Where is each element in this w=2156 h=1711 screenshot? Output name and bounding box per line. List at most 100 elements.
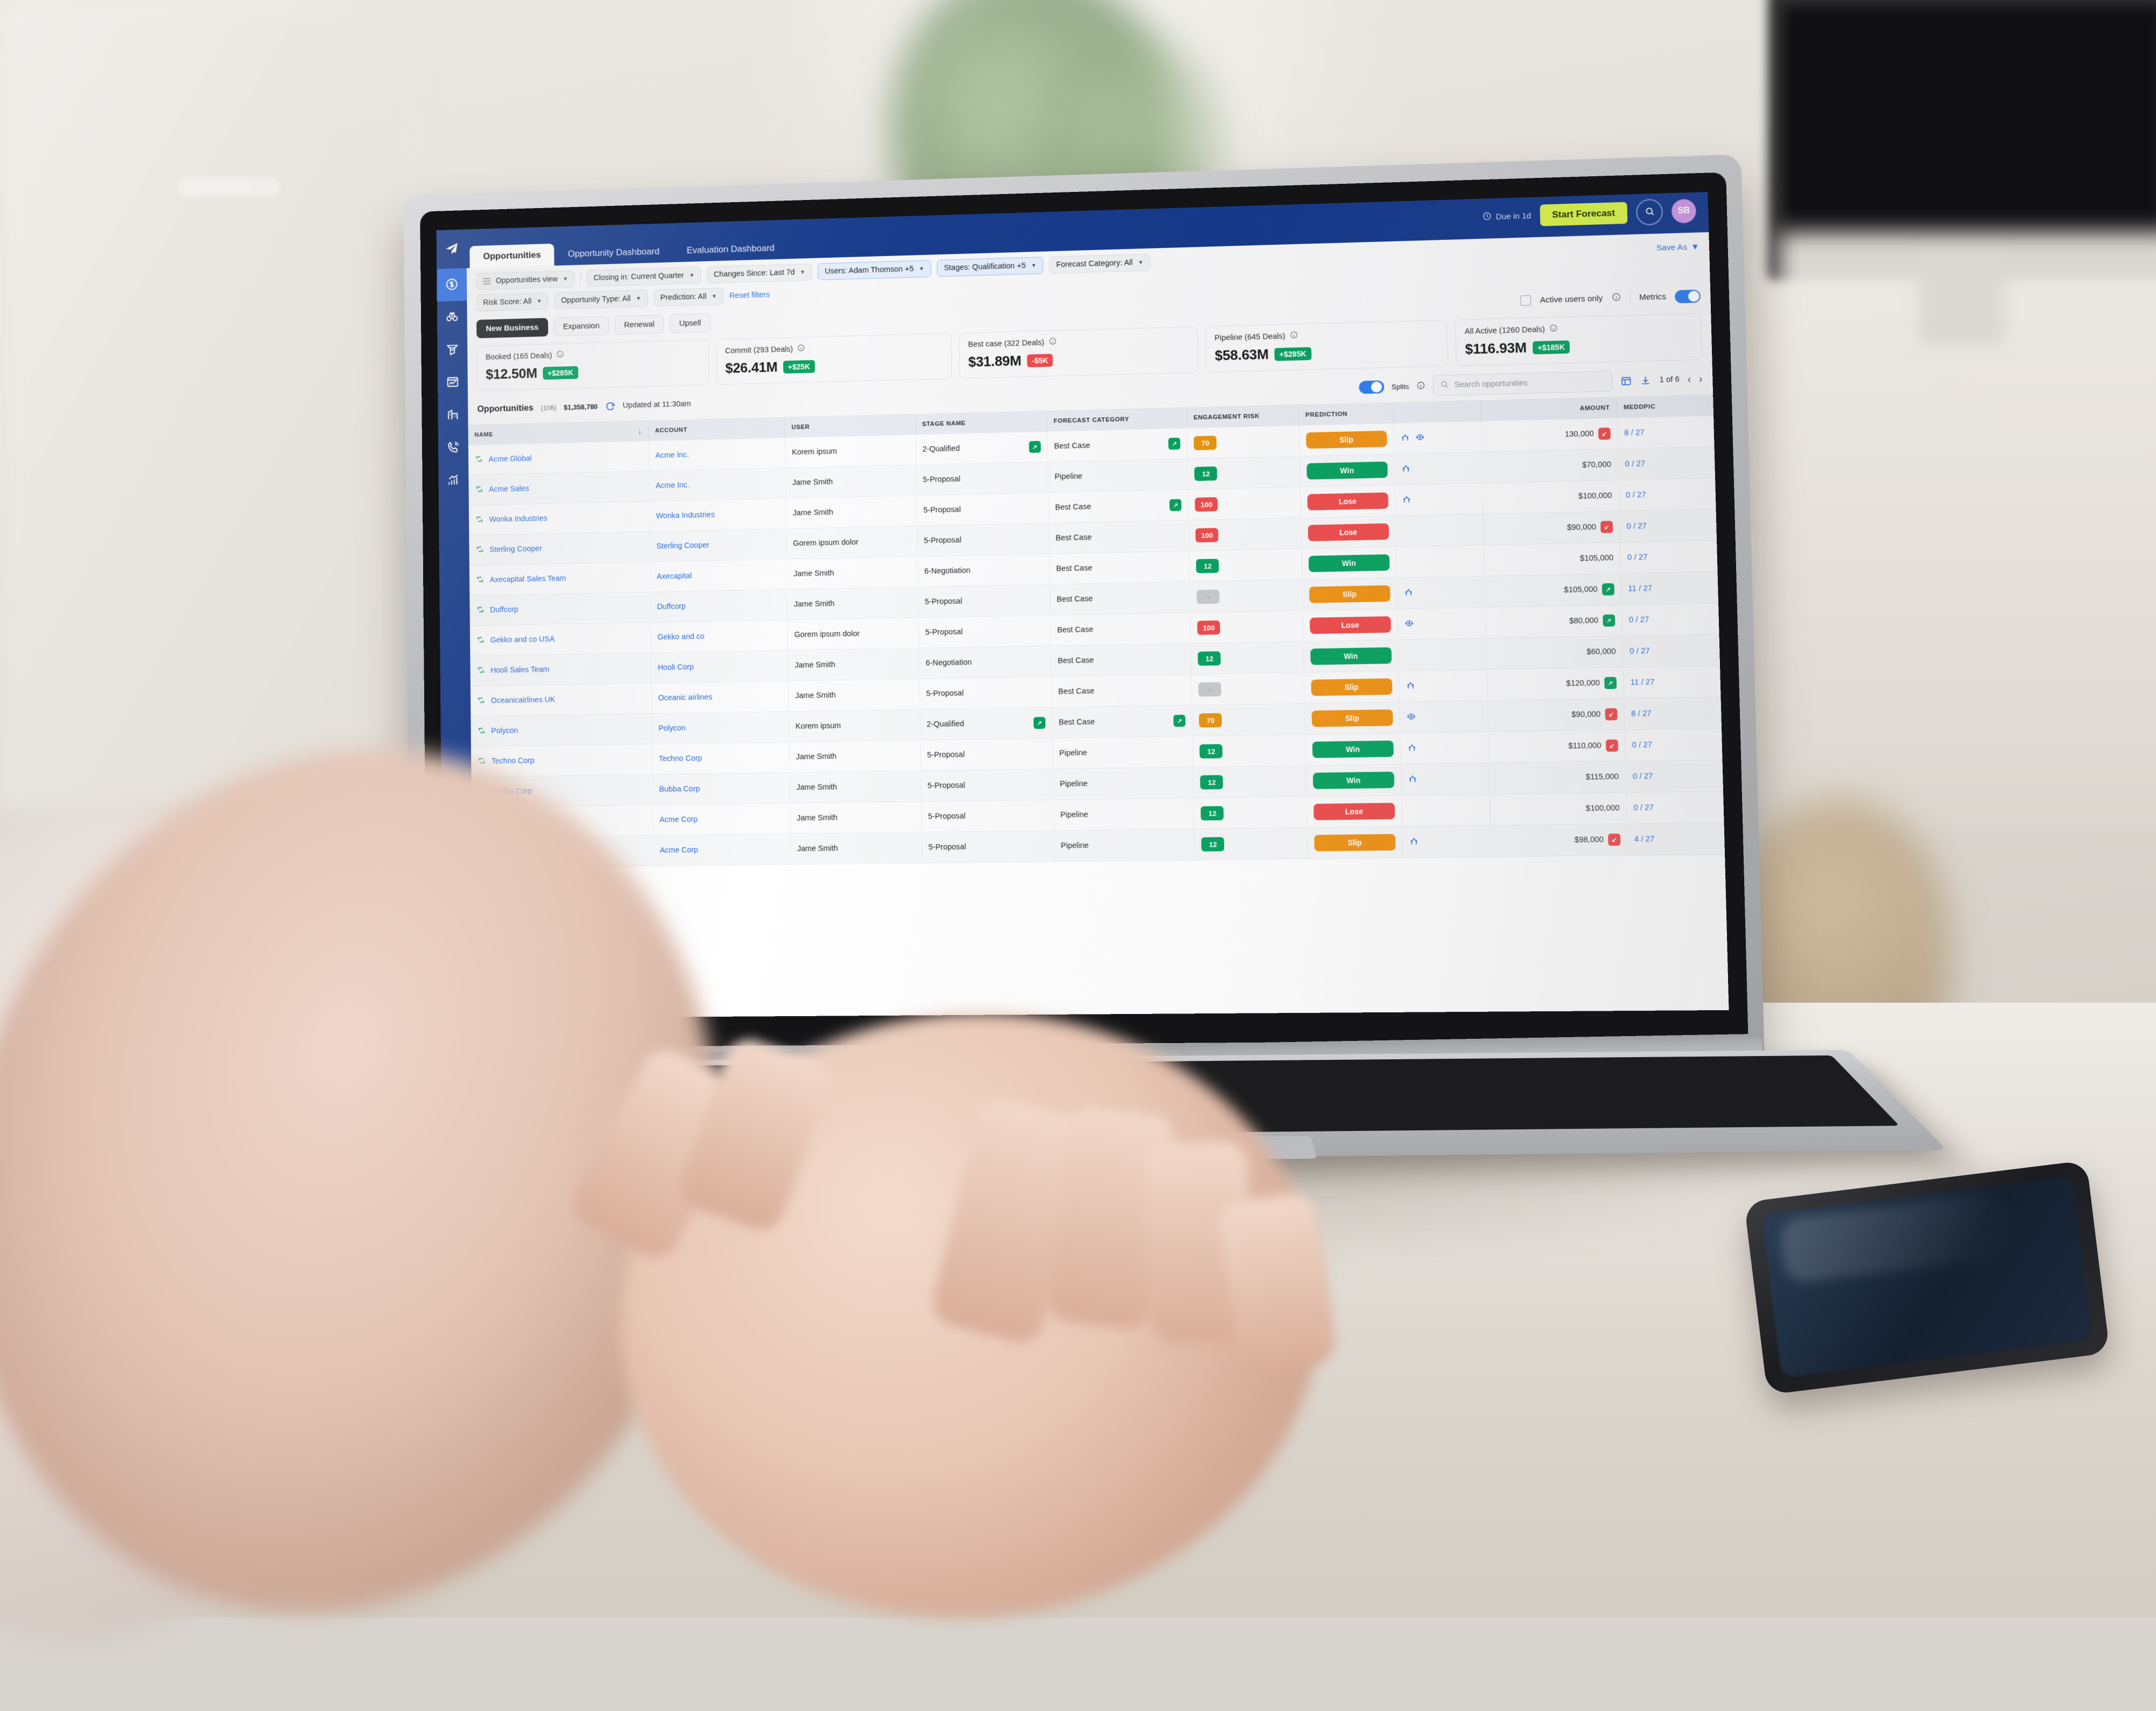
cell-account[interactable]: Duffcorp (650, 589, 788, 623)
cell-meddpic[interactable]: 0 / 27 (1625, 728, 1723, 761)
cell-account[interactable]: Acme Corp (653, 803, 791, 836)
download-icon[interactable] (1640, 375, 1651, 387)
cell-meddpic[interactable]: 0 / 27 (1618, 478, 1716, 512)
tab-opportunities[interactable]: Opportunities (469, 243, 555, 268)
filter-opportunity-type[interactable]: Opportunity Type: All ▼ (554, 289, 648, 309)
info-icon[interactable] (797, 344, 805, 354)
cell-meddpic[interactable]: 8 / 27 (1616, 416, 1715, 449)
filter-prediction[interactable]: Prediction: All ▼ (653, 287, 724, 307)
active-users-checkbox[interactable] (1521, 295, 1532, 306)
segment-new-business[interactable]: New Business (476, 318, 548, 339)
metric-card-commit[interactable]: Commit (293 Deals) $26.41M +$25K (716, 333, 952, 385)
metric-card-pipeline[interactable]: Pipeline (645 Deals) $58.63M +$285K (1205, 320, 1449, 372)
filter-forecast-category[interactable]: Forecast Category: All ▼ (1049, 253, 1151, 274)
filter-opportunities-view[interactable]: Opportunities view ▼ (476, 270, 575, 290)
sidebar-item-forecast[interactable] (437, 268, 467, 302)
previous-page-button[interactable]: ‹ (1687, 373, 1691, 385)
filter-users[interactable]: Users: Adam Thomson +5 ▼ (818, 260, 931, 280)
cell-account[interactable]: Sterling Cooper (649, 528, 787, 562)
next-page-button[interactable]: › (1699, 372, 1703, 385)
opportunity-name-link[interactable]: Acme Sales (489, 485, 529, 494)
cell-name[interactable]: Acme Sales (468, 471, 649, 506)
cell-name[interactable]: Acme Global (468, 441, 649, 475)
cell-name[interactable]: Polycon (471, 713, 652, 747)
info-icon[interactable] (1048, 337, 1056, 347)
global-search-button[interactable] (1635, 198, 1663, 226)
filter-changes-since[interactable]: Changes Since: Last 7d ▼ (707, 263, 812, 284)
info-icon[interactable] (1416, 381, 1426, 391)
col-meddpic[interactable]: MEDDPIC (1616, 395, 1713, 418)
segment-renewal[interactable]: Renewal (614, 314, 665, 335)
col-amount[interactable]: AMOUNT (1480, 397, 1617, 422)
split-icon[interactable] (1400, 432, 1410, 444)
cell-meddpic[interactable]: 11 / 27 (1621, 571, 1718, 605)
split-icon[interactable] (1408, 774, 1418, 785)
account-link[interactable]: Acme Inc. (655, 451, 689, 460)
cell-meddpic[interactable]: 0 / 27 (1620, 540, 1718, 574)
opportunity-name-link[interactable]: Axecapital Sales Team (490, 574, 566, 584)
tab-evaluation-dashboard[interactable]: Evaluation Dashboard (673, 237, 789, 262)
col-user[interactable]: USER (785, 414, 916, 438)
account-link[interactable]: Sterling Cooper (657, 541, 709, 551)
metrics-toggle[interactable] (1675, 289, 1701, 303)
cell-account[interactable]: Acme Corp (653, 833, 791, 866)
split-icon[interactable] (1407, 743, 1416, 755)
col-stage-name[interactable]: STAGE NAME (915, 411, 1047, 435)
cell-account[interactable]: Wonka Industries (649, 498, 786, 532)
account-link[interactable]: Techno Corp (659, 754, 702, 763)
cell-account[interactable]: Polycon (652, 711, 790, 744)
segment-expansion[interactable]: Expansion (554, 316, 609, 336)
currency-icon[interactable] (1415, 432, 1425, 444)
cell-account[interactable]: Hooli Corp (651, 650, 789, 684)
account-link[interactable]: Bubba Corp (659, 785, 700, 794)
sidebar-item-accounts[interactable] (438, 398, 468, 432)
cell-meddpic[interactable]: 0 / 27 (1622, 634, 1720, 667)
cell-meddpic[interactable]: 4 / 27 (1627, 823, 1725, 856)
cell-meddpic[interactable]: 0 / 27 (1626, 791, 1724, 824)
column-settings-icon[interactable] (1620, 375, 1632, 387)
avatar[interactable]: SB (1671, 198, 1697, 224)
metric-card-booked[interactable]: Booked (165 Deals) $12.50M +$285K (476, 339, 709, 391)
opportunity-name-link[interactable]: Acme Global (488, 454, 531, 464)
refresh-icon[interactable] (605, 401, 616, 411)
cell-name[interactable]: Gekko and co USA (469, 622, 651, 656)
account-link[interactable]: Polycon (658, 724, 686, 733)
account-link[interactable]: Acme Inc. (655, 481, 689, 490)
cell-name[interactable]: Duffcorp (469, 592, 651, 626)
account-link[interactable]: Acme Corp (659, 815, 697, 824)
cell-account[interactable]: Oceanic airlines (651, 681, 789, 714)
reset-filters-link[interactable]: Reset filters (729, 291, 770, 300)
info-icon[interactable] (1289, 331, 1298, 341)
splits-toggle[interactable] (1358, 380, 1384, 394)
col-forecast-category[interactable]: FORECAST CATEGORY (1047, 408, 1187, 432)
cell-meddpic[interactable]: 0 / 27 (1621, 603, 1719, 636)
segment-upsell[interactable]: Upsell (669, 313, 711, 333)
split-icon[interactable] (1402, 494, 1412, 506)
opportunity-name-link[interactable]: Techno Corp (492, 757, 535, 766)
account-link[interactable]: Hooli Corp (658, 663, 694, 672)
opportunity-name-link[interactable]: Oceanicairlines UK (491, 695, 555, 705)
search-opportunities-input[interactable]: Search opportunities (1433, 370, 1613, 396)
opportunity-name-link[interactable]: Polycon (491, 727, 518, 736)
cell-meddpic[interactable]: 0 / 27 (1625, 760, 1723, 793)
cell-meddpic[interactable]: 8 / 27 (1623, 696, 1722, 730)
sidebar-item-calls[interactable] (438, 431, 468, 465)
filter-closing-in[interactable]: Closing in: Current Quarter ▼ (586, 266, 702, 287)
account-link[interactable]: Wonka Industries (656, 510, 715, 520)
info-icon[interactable] (1549, 324, 1558, 335)
sidebar-item-insights[interactable] (437, 301, 467, 334)
split-icon[interactable] (1404, 587, 1413, 599)
metric-card-all-active[interactable]: All Active (1260 Deals) $116.93M +$185K (1455, 313, 1702, 367)
sidebar-item-analytics[interactable] (438, 464, 468, 497)
cell-name[interactable]: Sterling Cooper (469, 531, 650, 565)
cell-account[interactable]: Techno Corp (652, 742, 790, 775)
cell-name[interactable]: Axecapital Sales Team (469, 562, 651, 596)
currency-icon[interactable] (1406, 712, 1416, 723)
info-icon[interactable] (1611, 292, 1621, 304)
cell-meddpic[interactable]: 0 / 27 (1619, 509, 1717, 543)
cell-name[interactable]: Hooli Sales Team (470, 652, 652, 686)
cell-account[interactable]: Acme Inc. (648, 438, 786, 471)
opportunity-name-link[interactable]: Wonka Industries (489, 514, 548, 524)
sidebar-item-pipeline[interactable] (437, 333, 467, 367)
currency-icon[interactable] (1405, 618, 1414, 630)
